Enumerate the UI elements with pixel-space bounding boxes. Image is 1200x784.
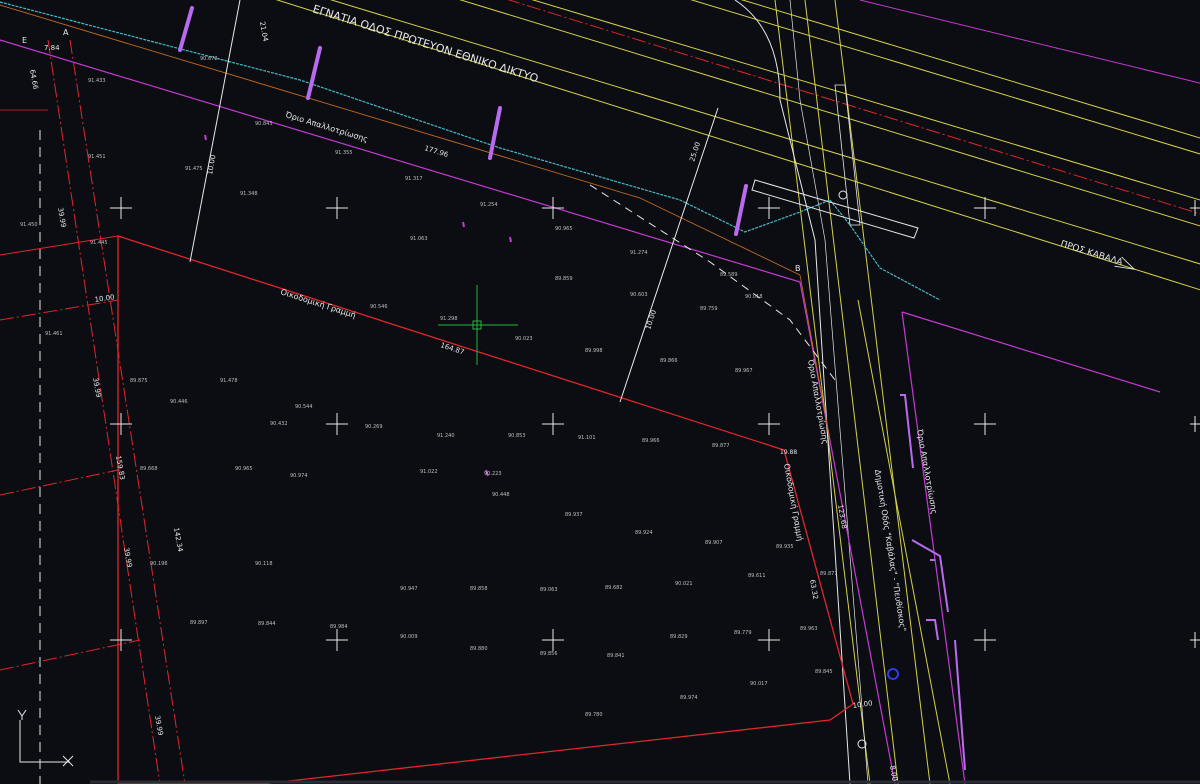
spot-height-label: 90.018 (745, 294, 763, 300)
spot-height-label: 89.880 (470, 646, 488, 652)
spot-height-label: 91.475 (185, 166, 203, 172)
spot-height-label: 91.022 (420, 469, 438, 475)
spot-height-label: 90.965 (555, 226, 573, 232)
spot-height-label: 91.355 (335, 150, 353, 156)
spot-height-label: 91.101 (578, 435, 596, 441)
spot-height-label: 89.963 (800, 626, 818, 632)
spot-height-label: 91.451 (88, 154, 106, 160)
spot-height-label: 91.433 (88, 78, 106, 84)
spot-height-label: 91.317 (405, 176, 423, 182)
spot-height-label: 91.478 (220, 378, 238, 384)
spot-height-label: 90.223 (484, 471, 502, 477)
point-b-label: B (795, 264, 801, 273)
spot-height-label: 90.009 (400, 634, 418, 640)
spot-height-label: 90.965 (235, 466, 253, 472)
spot-height-label: 89.866 (660, 358, 678, 364)
spot-height-label: 89.829 (670, 634, 688, 640)
spot-height-label: 89.924 (635, 530, 653, 536)
spot-height-label: 90.446 (170, 399, 188, 405)
point-a-label: A (63, 28, 69, 37)
drawing-background (0, 0, 1200, 784)
spot-height-label: 89.877 (712, 443, 730, 449)
spot-height-label: 90.672 (200, 56, 218, 62)
spot-height-label: 89.907 (705, 540, 723, 546)
spot-height-label: 89.759 (700, 306, 718, 312)
spot-height-label: 91.240 (437, 433, 455, 439)
spot-height-label: 90.432 (270, 421, 288, 427)
spot-height-label: 91.254 (480, 202, 498, 208)
spot-height-label: 90.974 (290, 473, 308, 479)
spot-height-label: 90.843 (255, 121, 273, 127)
spot-height-label: 89.875 (130, 378, 148, 384)
spot-height-label: 90.017 (750, 681, 768, 687)
spot-height-label: 89.897 (190, 620, 208, 626)
dimension-19-88: 19.88 (780, 449, 797, 456)
spot-height-label: 89.779 (734, 630, 752, 636)
spot-height-label: 89.859 (555, 276, 573, 282)
point-e-label: E (22, 36, 27, 45)
spot-height-label: 89.844 (258, 621, 276, 627)
spot-height-label: 91.445 (90, 240, 108, 246)
spot-height-label: 89.589 (720, 272, 738, 278)
spot-height-label: 89.974 (680, 695, 698, 701)
spot-height-label: 89.967 (735, 368, 753, 374)
spot-height-label: 90.118 (255, 561, 273, 567)
spot-height-label: 89.682 (605, 585, 623, 591)
spot-height-label: 91.063 (410, 236, 428, 242)
spot-height-label: 90.196 (150, 561, 168, 567)
spot-height-label: 90.853 (508, 433, 526, 439)
spot-height-label: 91.298 (440, 316, 458, 322)
spot-height-label: 91.274 (630, 250, 648, 256)
spot-height-label: 89.780 (585, 712, 603, 718)
spot-height-label: 89.871 (820, 571, 838, 577)
spot-height-label: 90.023 (515, 336, 533, 342)
dimension-7-84: 7.84 (44, 44, 60, 52)
spot-height-label: 91.348 (240, 191, 258, 197)
spot-height-label: 91.450 (20, 222, 38, 228)
spot-height-label: 89.856 (540, 651, 558, 657)
spot-height-label: 90.269 (365, 424, 383, 430)
spot-height-label: 89.998 (585, 348, 603, 354)
spot-height-label: 90.448 (492, 492, 510, 498)
spot-height-label: 89.841 (607, 653, 625, 659)
spot-height-label: 89.858 (470, 586, 488, 592)
spot-height-label: 90.947 (400, 586, 418, 592)
spot-height-label: 91.461 (45, 331, 63, 337)
spot-height-label: 90.021 (675, 581, 693, 587)
spot-height-label: 89.935 (776, 544, 794, 550)
spot-height-label: 90.603 (630, 292, 648, 298)
spot-height-label: 89.845 (815, 669, 833, 675)
spot-height-label: 89.937 (565, 512, 583, 518)
spot-height-label: 89.668 (140, 466, 158, 472)
spot-height-label: 89.611 (748, 573, 766, 579)
spot-height-label: 90.546 (370, 304, 388, 310)
spot-height-label: 89.984 (330, 624, 348, 630)
spot-height-label: 89.966 (642, 438, 660, 444)
spot-height-label: 90.544 (295, 404, 313, 410)
cad-drawing-canvas[interactable]: ΕΓΝΑΤΙΑ ΟΔΟΣ ΠΡΩΤΕΥΟΝ ΕΘΝΙΚΟ ΔΙΚΤΥΟ ΠΡΟΣ… (0, 0, 1200, 784)
spot-height-label: 89.063 (540, 587, 558, 593)
